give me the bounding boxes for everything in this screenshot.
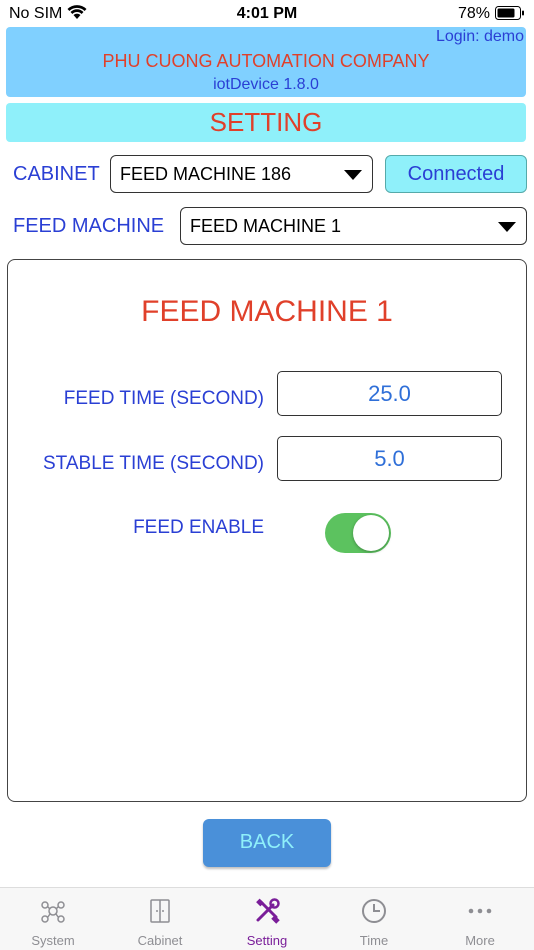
feed-machine-select-value: FEED MACHINE 1: [190, 216, 342, 236]
tools-icon: [256, 898, 280, 924]
tab-time[interactable]: Time: [321, 888, 427, 950]
network-icon: [41, 901, 65, 923]
login-label[interactable]: Login: demo: [436, 28, 524, 46]
battery-percent: 78%: [457, 5, 490, 22]
clock-icon: [362, 899, 386, 923]
tab-label: More: [465, 933, 495, 948]
tab-label: Cabinet: [137, 933, 183, 948]
more-icon: [468, 908, 492, 914]
cabinet-label: CABINET: [13, 163, 100, 185]
feed-time-label: FEED TIME (SECOND): [63, 388, 264, 409]
clock-text: 4:01 PM: [236, 5, 298, 22]
app-version: iotDevice 1.8.0: [213, 76, 319, 93]
cabinet-select-value: FEED MACHINE 186: [120, 164, 292, 184]
chevron-down-icon: [498, 222, 516, 232]
tab-label: Setting: [246, 933, 288, 948]
battery-icon: [495, 6, 524, 20]
feed-enable-toggle[interactable]: [325, 513, 391, 553]
feed-time-input[interactable]: 25.0: [277, 371, 502, 416]
cabinet-icon: [150, 899, 170, 923]
stable-time-label: STABLE TIME (SECOND): [43, 453, 264, 474]
company-name: PHU CUONG AUTOMATION COMPANY: [102, 51, 430, 71]
cabinet-select[interactable]: FEED MACHINE 186: [110, 155, 373, 193]
toggle-knob: [353, 515, 389, 551]
panel-title: FEED MACHINE 1: [141, 295, 393, 328]
tab-label: System: [31, 933, 75, 948]
tab-cabinet[interactable]: Cabinet: [107, 888, 213, 950]
tab-system[interactable]: System: [0, 888, 106, 950]
page-title: SETTING: [6, 103, 526, 142]
back-button[interactable]: BACK: [203, 819, 331, 867]
feed-enable-label: FEED ENABLE: [133, 517, 264, 538]
feed-machine-select[interactable]: FEED MACHINE 1: [180, 207, 527, 245]
feed-machine-label: FEED MACHINE: [13, 215, 165, 237]
status-bar: No SIM 4:01 PM 78%: [0, 0, 534, 26]
chevron-down-icon: [344, 170, 362, 180]
stable-time-input[interactable]: 5.0: [277, 436, 502, 481]
tab-setting[interactable]: Setting: [214, 888, 320, 950]
tab-more[interactable]: More: [427, 888, 533, 950]
feed-machine-panel: FEED MACHINE 1 FEED TIME (SECOND) 25.0 S…: [7, 259, 527, 802]
app-header: Login: demo PHU CUONG AUTOMATION COMPANY…: [6, 27, 526, 97]
tab-bar: System Cabinet Setting Time More: [0, 887, 534, 950]
tab-label: Time: [359, 933, 389, 948]
connection-status-button[interactable]: Connected: [385, 155, 527, 193]
